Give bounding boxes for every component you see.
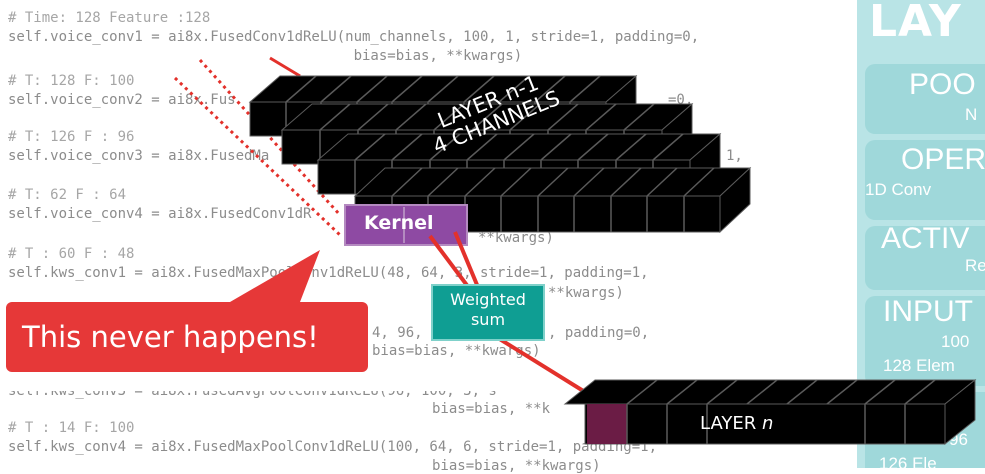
weighted-sum-line2: sum: [470, 310, 506, 329]
conv-diagram: [6, 56, 977, 446]
weighted-sum-line1: Weighted: [450, 290, 526, 309]
layer-n-word: LAYER: [700, 413, 757, 434]
layer-n-label: LAYER n: [700, 413, 773, 434]
callout-text: This never happens!: [22, 320, 319, 354]
receptive-field-line: [269, 56, 301, 78]
layer-n-index: n: [761, 413, 774, 434]
connector-line: [496, 336, 587, 394]
layer-n-row: [563, 378, 977, 446]
kernel-label: Kernel: [364, 212, 434, 234]
output-cell-highlight: [587, 404, 627, 444]
weighted-sum-label: Weighted sum: [433, 290, 543, 330]
